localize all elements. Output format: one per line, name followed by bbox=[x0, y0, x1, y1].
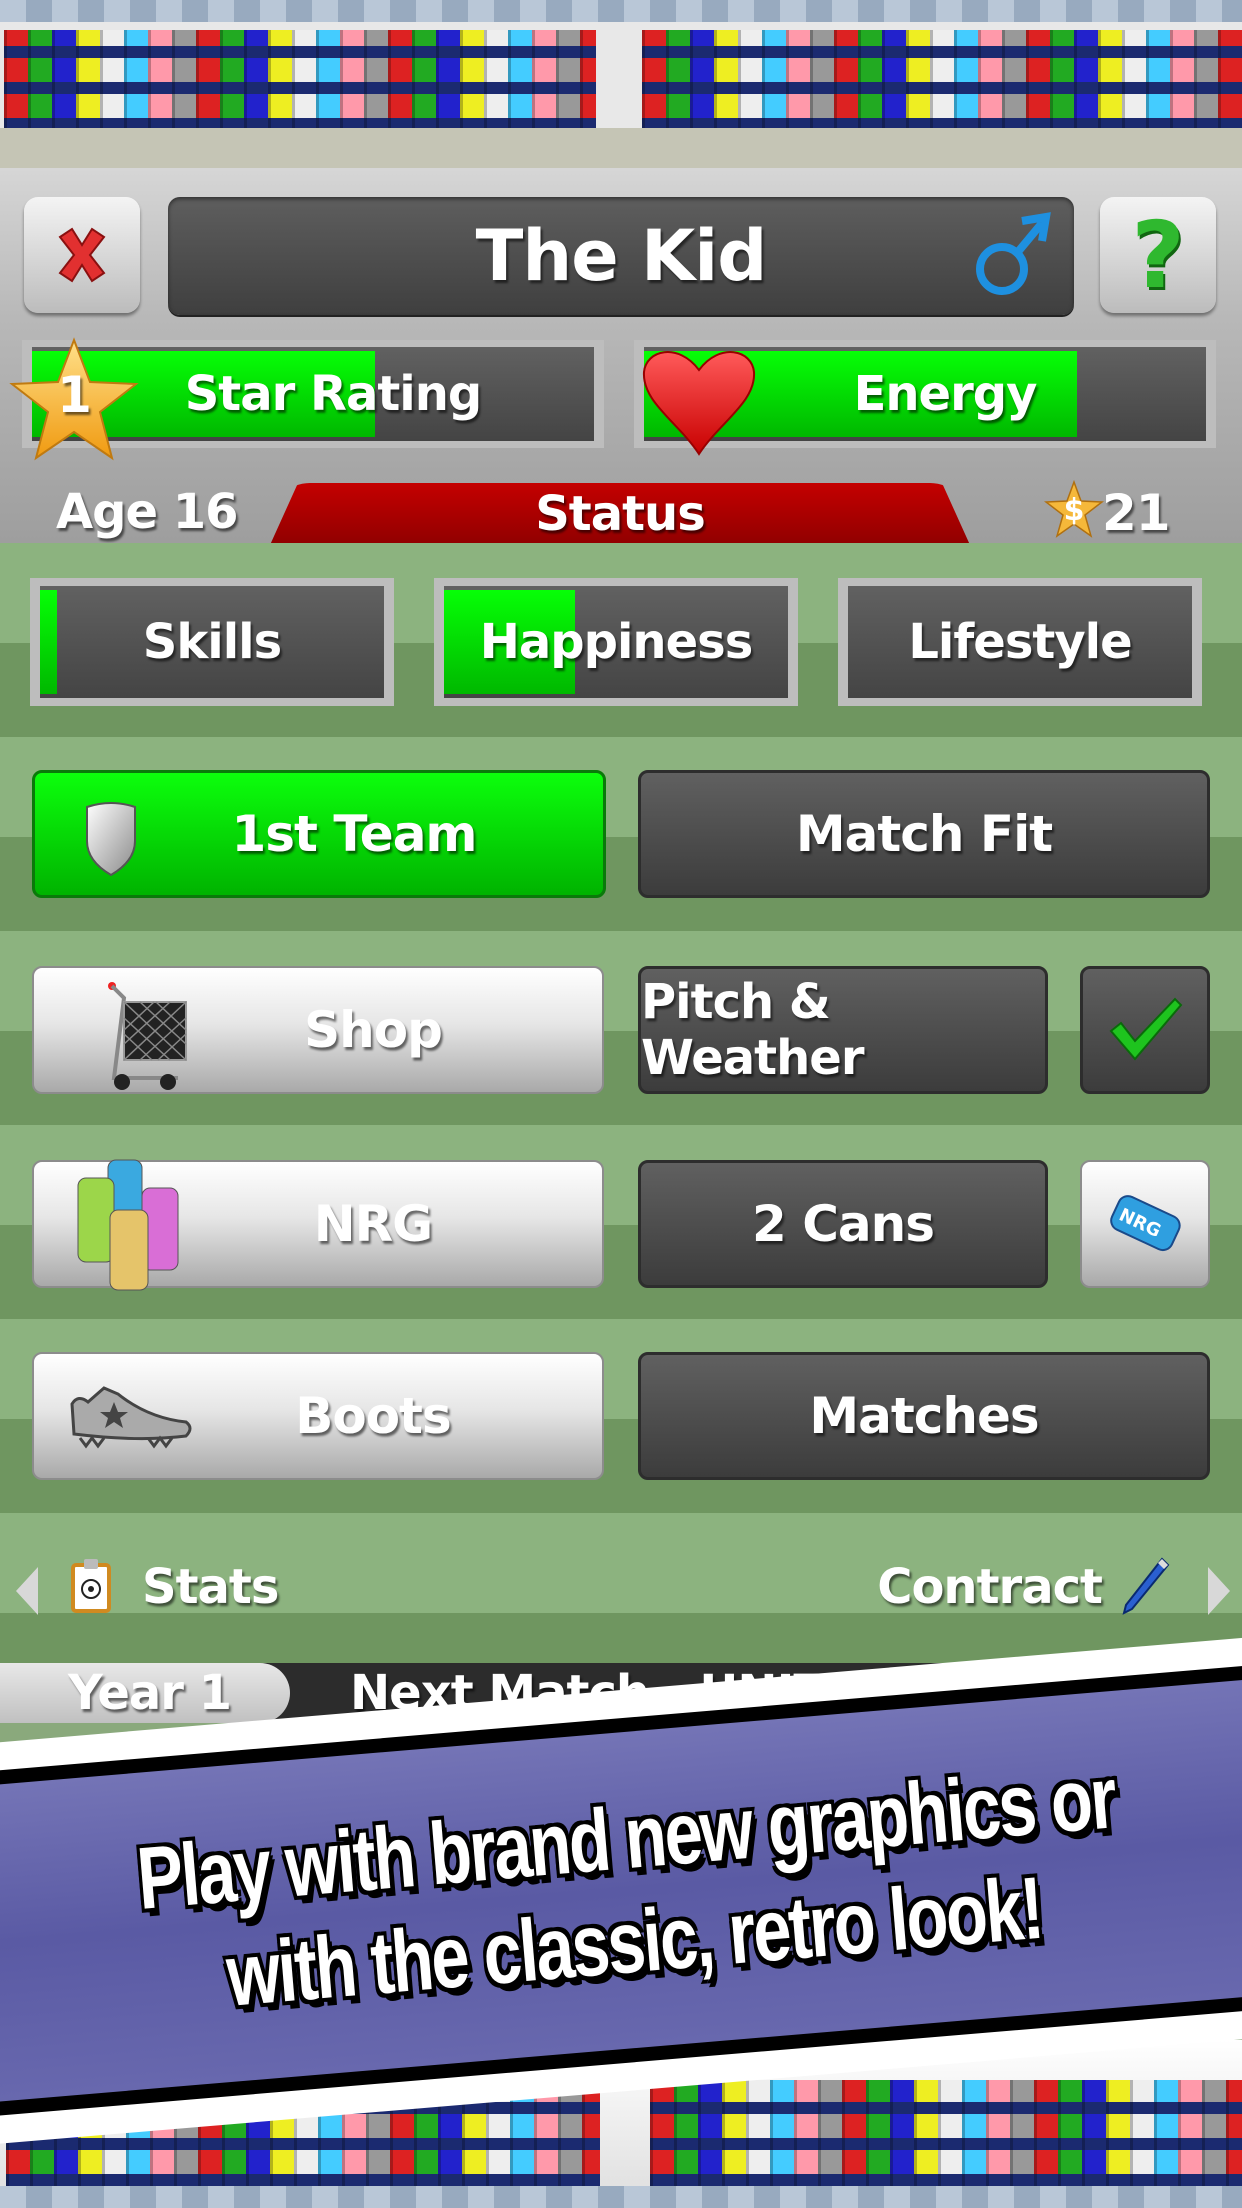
stadium-roof bbox=[0, 0, 1242, 22]
cans-count-label: 2 Cans bbox=[752, 1195, 935, 1253]
status-row: Age 16 Status $ 21 bbox=[0, 480, 1242, 545]
skills-label: Skills bbox=[142, 614, 282, 670]
football-boot-icon bbox=[70, 1386, 192, 1449]
first-team-label: 1st Team bbox=[231, 805, 477, 863]
crowd-right bbox=[642, 30, 1242, 130]
star-count: 1 bbox=[57, 366, 92, 424]
checkmark-icon bbox=[1109, 997, 1183, 1061]
clipboard-icon bbox=[71, 1559, 111, 1613]
match-fit-label: Match Fit bbox=[795, 805, 1053, 863]
shopping-cart-icon bbox=[108, 982, 187, 1090]
happiness-stat[interactable]: Happiness bbox=[434, 578, 798, 706]
stats-link[interactable]: Stats bbox=[142, 1559, 279, 1615]
player-name: The Kid bbox=[475, 215, 768, 297]
previous-arrow-icon[interactable] bbox=[16, 1567, 38, 1615]
close-button[interactable] bbox=[24, 197, 140, 313]
cans-count-button[interactable]: 2 Cans bbox=[638, 1160, 1048, 1288]
lifestyle-stat[interactable]: Lifestyle bbox=[838, 578, 1202, 706]
shop-label: Shop bbox=[304, 1001, 443, 1059]
nrg-label: NRG bbox=[313, 1195, 433, 1253]
shield-icon bbox=[86, 802, 136, 877]
matches-button[interactable]: Matches bbox=[638, 1352, 1210, 1480]
energy-drink-cans-icon bbox=[77, 1159, 179, 1291]
question-mark-icon: ? bbox=[1131, 201, 1185, 309]
drink-can-button[interactable]: NRG bbox=[1080, 1160, 1210, 1288]
player-name-box: The Kid bbox=[168, 197, 1074, 315]
help-button[interactable]: ? bbox=[1100, 197, 1216, 313]
male-symbol-icon bbox=[976, 212, 1051, 295]
status-tab-label: Status bbox=[535, 486, 706, 542]
money-amount: 21 bbox=[1102, 484, 1171, 542]
nrg-button[interactable]: NRG bbox=[32, 1159, 604, 1291]
pitch-weather-label: Pitch & Weather bbox=[641, 974, 865, 1086]
next-arrow-icon[interactable] bbox=[1208, 1567, 1230, 1615]
status-tab[interactable]: Status bbox=[270, 483, 970, 545]
age-label: Age 16 bbox=[56, 484, 239, 540]
pen-icon bbox=[1122, 1557, 1170, 1615]
stadium-crowd-top bbox=[0, 0, 1242, 168]
close-x-icon bbox=[58, 227, 106, 283]
svg-text:$: $ bbox=[1064, 493, 1085, 528]
heart-icon bbox=[642, 351, 756, 456]
pitch-weather-check-button[interactable] bbox=[1080, 966, 1210, 1094]
first-team-button[interactable]: 1st Team bbox=[32, 770, 606, 898]
matches-label: Matches bbox=[809, 1387, 1039, 1445]
money-star-icon: $ bbox=[1044, 480, 1104, 538]
boots-button[interactable]: Boots bbox=[32, 1352, 604, 1480]
shop-button[interactable]: Shop bbox=[32, 966, 604, 1094]
year-badge: Year 1 bbox=[0, 1663, 290, 1723]
crowd-left bbox=[4, 30, 596, 130]
year-label: Year 1 bbox=[68, 1665, 232, 1721]
crowd-bottom-right bbox=[650, 2080, 1242, 2186]
skills-stat[interactable]: Skills bbox=[30, 578, 394, 706]
match-fit-button[interactable]: Match Fit bbox=[638, 770, 1210, 898]
pitch-background bbox=[0, 543, 1242, 1663]
stand-wall bbox=[0, 128, 1242, 168]
pitch-weather-button[interactable]: Pitch & Weather bbox=[638, 966, 1048, 1094]
bottom-nav: Stats Contract bbox=[0, 1555, 1242, 1621]
contract-link[interactable]: Contract bbox=[877, 1559, 1103, 1615]
lifestyle-label: Lifestyle bbox=[908, 614, 1132, 670]
stadium-bottom-edge bbox=[0, 2186, 1242, 2208]
drink-can-icon: NRG bbox=[1110, 1195, 1181, 1252]
star-icon: 1 bbox=[8, 336, 140, 462]
boots-label: Boots bbox=[295, 1387, 451, 1445]
happiness-label: Happiness bbox=[479, 614, 754, 670]
